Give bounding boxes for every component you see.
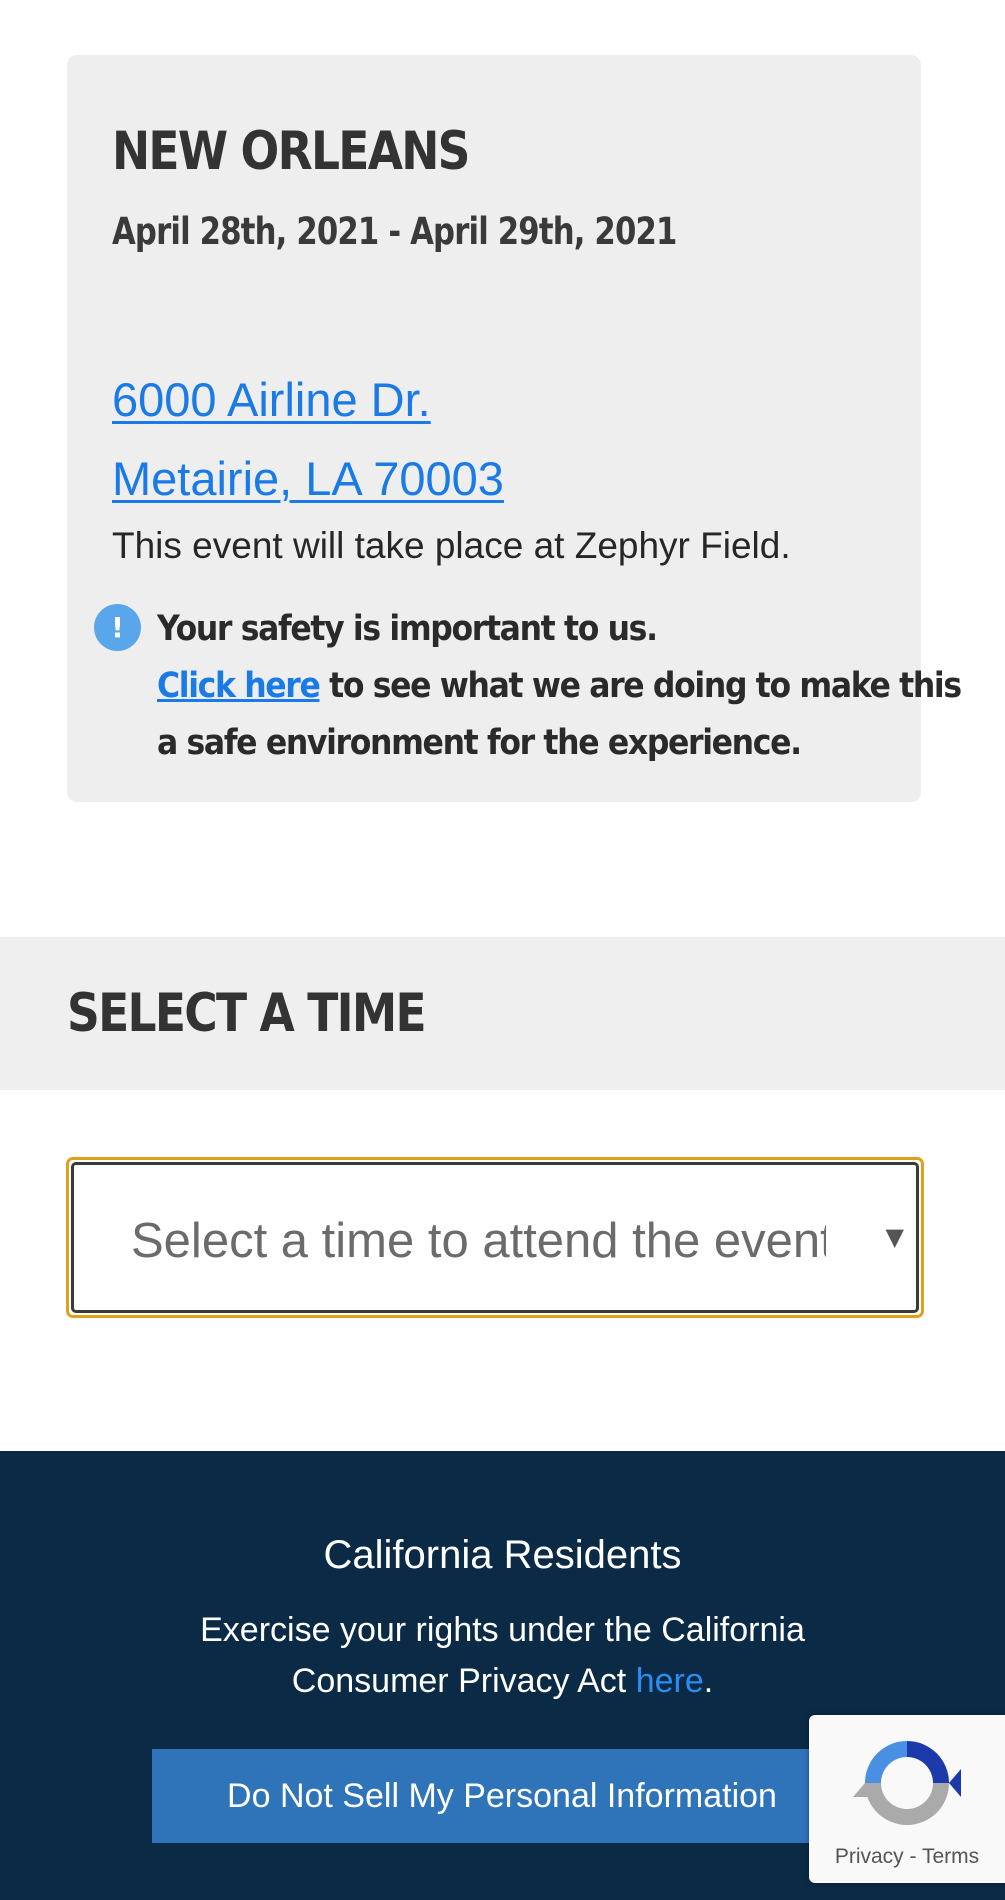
footer-text-line-1: Exercise your rights under the Californi… — [200, 1611, 805, 1649]
safety-click-here-link[interactable]: Click here — [157, 666, 321, 706]
chevron-down-icon: ▼ — [885, 1223, 904, 1251]
recaptcha-links: Privacy - Terms — [809, 1845, 1005, 1869]
recaptcha-privacy-link[interactable]: Privacy — [835, 1845, 904, 1868]
recaptcha-logo-icon — [853, 1741, 961, 1825]
safety-heading: Your safety is important to us. — [157, 609, 658, 649]
footer-period: . — [703, 1662, 714, 1700]
footer-text-line-2: Consumer Privacy Act — [291, 1662, 627, 1700]
address-line-2-link[interactable]: Metairie, LA 70003 — [112, 451, 504, 506]
time-select-box[interactable]: Select a time to attend the event ▼ — [71, 1162, 919, 1313]
recaptcha-badge[interactable]: Privacy - Terms — [809, 1715, 1005, 1883]
venue-note: This event will take place at Zephyr Fie… — [112, 525, 791, 566]
select-time-title: SELECT A TIME — [67, 983, 427, 1044]
safety-line-2: Click here to see what we are doing to m… — [157, 658, 962, 715]
safety-text-2: a safe environment for the experience. — [157, 723, 802, 763]
select-time-header: SELECT A TIME — [0, 937, 1005, 1090]
address-line-1-link[interactable]: 6000 Airline Dr. — [112, 372, 431, 427]
event-card: NEW ORLEANS April 28th, 2021 - April 29t… — [67, 55, 962, 802]
do-not-sell-button[interactable]: Do Not Sell My Personal Information — [152, 1749, 852, 1843]
time-select-value: Select a time to attend the event — [131, 1214, 826, 1268]
info-icon: ! — [94, 604, 141, 651]
recaptcha-terms-link[interactable]: Terms — [922, 1845, 979, 1868]
ccpa-here-link[interactable]: here — [636, 1662, 704, 1700]
footer-text: Exercise your rights under the Californi… — [150, 1605, 855, 1707]
time-select[interactable]: Select a time to attend the event ▼ — [66, 1157, 924, 1318]
safety-text-1: to see what we are doing to make this — [329, 666, 962, 706]
footer-title: California Residents — [323, 1533, 682, 1577]
safety-notice: Your safety is important to us. Click he… — [157, 601, 962, 772]
recaptcha-separator: - — [909, 1845, 917, 1868]
event-dates: April 28th, 2021 - April 29th, 2021 — [112, 210, 677, 253]
event-city-title: NEW ORLEANS — [112, 121, 471, 182]
